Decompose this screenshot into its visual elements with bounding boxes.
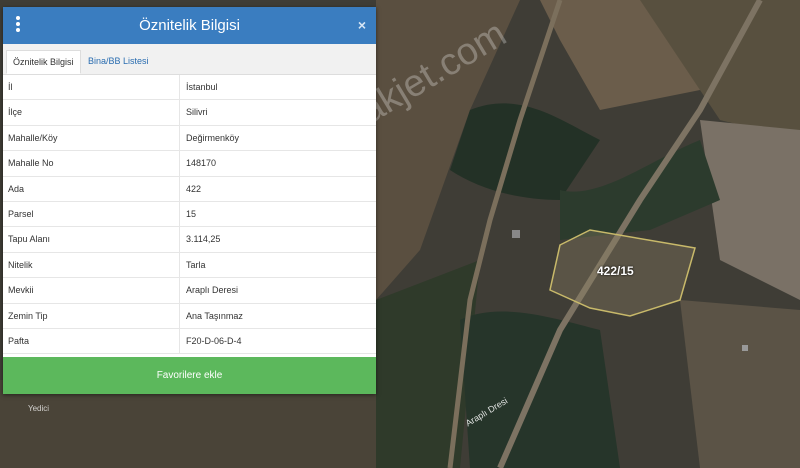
panel-title: Öznitelik Bilgisi (139, 17, 240, 34)
add-to-favorites-button[interactable]: Favorilere ekle (3, 357, 376, 394)
row-value: Silivri (186, 107, 208, 118)
row-key: İlçe (8, 107, 23, 118)
row-key: Ada (8, 183, 25, 194)
row-value: Tarla (186, 259, 206, 270)
table-row: Nitelik Tarla (3, 252, 376, 279)
row-value: Araplı Deresi (186, 285, 239, 296)
row-value: 422 (186, 183, 202, 194)
row-key: Zemin Tip (8, 310, 48, 321)
table-row: Mevkii Araplı Deresi (3, 278, 376, 304)
row-key: Pafta (8, 335, 30, 346)
table-row: Mahalle/Köy Değirmenköy (3, 125, 376, 152)
row-key: Mahalle No (8, 158, 54, 169)
row-value: İstanbul (186, 82, 218, 92)
table-row: İlçe Silivri (3, 100, 376, 126)
row-key: Mahalle/Köy (8, 132, 58, 143)
table-row: Tapu Alanı 3.114,25 (3, 227, 376, 253)
table-row: Pafta F20-D-06-D-4 (3, 328, 376, 355)
row-value: Ana Taşınmaz (186, 310, 243, 321)
place-label: Yedici (28, 404, 50, 413)
row-key: İl (8, 82, 13, 92)
row-key: Mevkii (8, 285, 34, 296)
table-row: Mahalle No 148170 (3, 151, 376, 177)
attribute-table: İl İstanbul İlçe Silivri Mahalle/Köy Değirm… (3, 75, 376, 355)
table-row: Ada 422 (3, 176, 376, 202)
parcel-label: 422/15 (597, 264, 634, 278)
panel-tabs: Öznitelik Bilgisi Bina/BB Listesi (3, 44, 376, 75)
row-value: 148170 (186, 158, 217, 169)
row-key: Parsel (8, 208, 34, 219)
table-row: Zemin Tip Ana Taşınmaz (3, 303, 376, 329)
panel-header: Öznitelik Bilgisi × (3, 7, 376, 44)
attribute-panel: Öznitelik Bilgisi × Öznitelik Bilgisi Bi… (3, 7, 376, 394)
row-value: 15 (186, 208, 197, 219)
tab-attribute-info[interactable]: Öznitelik Bilgisi (6, 50, 81, 74)
table-row: Parsel 15 (3, 201, 376, 228)
tab-building-list[interactable]: Bina/BB Listesi (82, 50, 155, 74)
row-value: 3.114,25 (186, 234, 221, 245)
row-value: F20-D-06-D-4 (186, 335, 242, 346)
row-value: Değirmenköy (186, 132, 240, 143)
close-icon[interactable]: × (358, 7, 366, 44)
row-key: Tapu Alanı (8, 234, 51, 245)
table-row: İl İstanbul (3, 75, 376, 101)
row-key: Nitelik (8, 259, 33, 270)
